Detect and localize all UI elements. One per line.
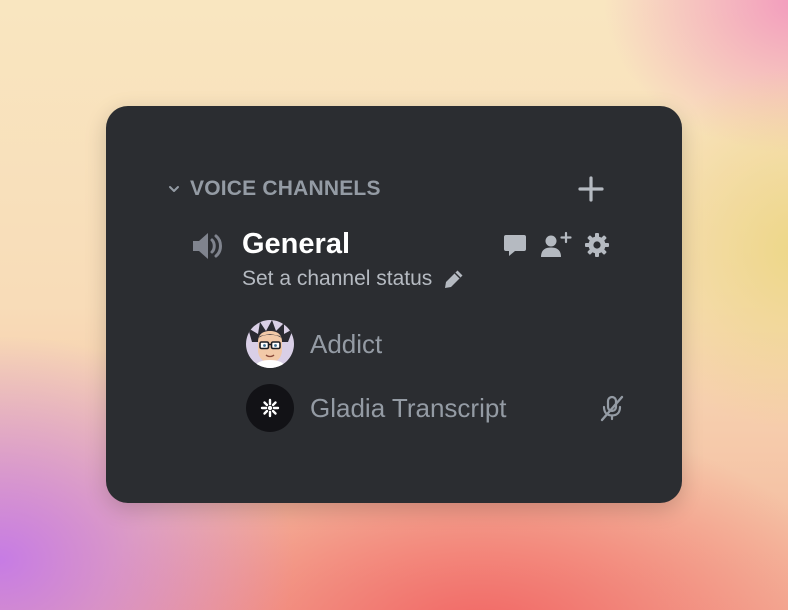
pencil-icon[interactable] — [442, 267, 466, 291]
category-label[interactable]: VOICE CHANNELS — [190, 177, 381, 201]
voice-channels-category[interactable]: VOICE CHANNELS — [166, 174, 606, 204]
plus-icon[interactable] — [576, 174, 606, 204]
channel-name[interactable]: General — [242, 228, 350, 261]
avatar[interactable] — [246, 320, 294, 368]
member-name[interactable]: Addict — [310, 329, 382, 360]
mic-muted-icon — [600, 395, 624, 422]
member-name[interactable]: Gladia Transcript — [310, 393, 507, 424]
chat-bubble-icon[interactable] — [502, 232, 528, 263]
channel-status-text[interactable]: Set a channel status — [242, 267, 432, 291]
avatar[interactable] — [246, 384, 294, 432]
chevron-down-icon[interactable] — [166, 181, 182, 197]
gear-icon[interactable] — [584, 232, 610, 263]
voice-member-gladia-transcript[interactable]: Gladia Transcript — [246, 384, 626, 432]
speaker-icon — [193, 233, 222, 259]
channel-status[interactable]: Set a channel status — [242, 267, 466, 291]
channel-actions — [502, 231, 610, 264]
voice-member-addict[interactable]: Addict — [246, 320, 626, 368]
voice-channel-panel: VOICE CHANNELS General Set a channel sta… — [106, 106, 682, 503]
invite-user-icon[interactable] — [540, 231, 572, 264]
voice-channel-general[interactable]: General — [190, 227, 610, 265]
